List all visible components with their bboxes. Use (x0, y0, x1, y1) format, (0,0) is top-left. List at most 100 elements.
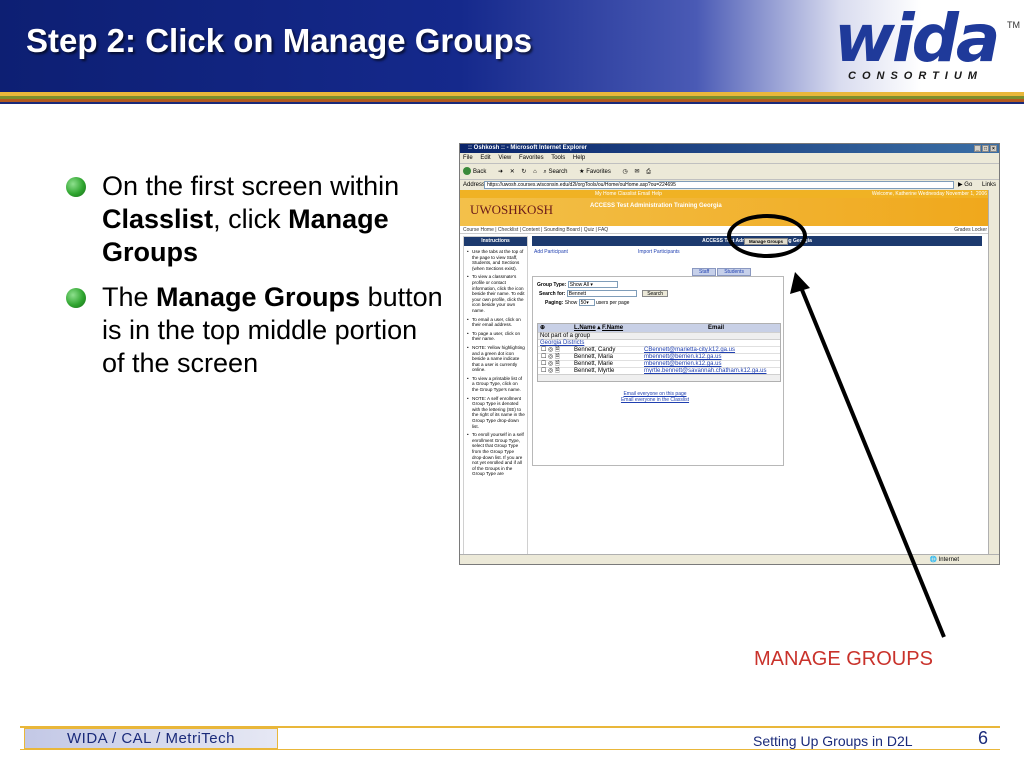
table-footer (538, 374, 780, 381)
bullet-bold-text: Manage Groups (156, 282, 361, 312)
vertical-scrollbar[interactable] (988, 190, 999, 555)
browser-titlebar: :: Oshkosh :: - Microsoft Internet Explo… (460, 144, 999, 153)
menu-favorites[interactable]: Favorites (519, 155, 544, 161)
footer-credit: WIDA / CAL / MetriTech (67, 730, 235, 747)
page-topbar: My Home Classlist Email Help Welcome, Ka… (460, 190, 990, 198)
favorites-label: Favorites (586, 169, 611, 175)
email-header: Email (708, 325, 725, 331)
favorites-button[interactable]: ★ Favorites (579, 169, 616, 175)
close-icon[interactable]: × (990, 145, 997, 152)
paging-select[interactable]: 50▾ (578, 299, 595, 306)
footer-credit-box: WIDA / CAL / MetriTech (24, 728, 278, 749)
paging-suffix: users per page (596, 299, 630, 306)
select-all-icon[interactable]: ⊕ (540, 324, 545, 332)
instruction-item: To email a user, click on their email ad… (467, 317, 525, 328)
refresh-icon[interactable]: ↻ (521, 169, 526, 175)
lname-header[interactable]: L.Name ▴ F.Name (574, 324, 623, 332)
header-banner: Step 2: Click on Manage Groups wida CONS… (0, 0, 1024, 92)
tab-students[interactable]: Students (717, 268, 751, 276)
paging-show-label: Show (564, 299, 578, 306)
table-row: ☐ ◎ 🗎 Bennett, Myrtle myrtle.bennett@sav… (538, 367, 780, 374)
browser-menubar: File Edit View Favorites Tools Help (460, 153, 999, 163)
group-link-row[interactable]: Georgia Districts (538, 339, 780, 346)
history-icon[interactable]: ◷ (623, 169, 628, 175)
menu-edit[interactable]: Edit (480, 155, 490, 161)
search-label: Search (548, 169, 568, 175)
course-nav-links[interactable]: Course Home | Checklist | Content | Soun… (463, 227, 608, 233)
table-header: ⊕ L.Name ▴ F.Name Email (538, 324, 780, 332)
address-bar: Address https://uwosh.courses.wisconsin.… (460, 179, 999, 190)
links-button[interactable]: Links (982, 180, 996, 190)
group-type-value: Show All (569, 282, 589, 288)
page-number: 6 (978, 728, 989, 748)
bullet-bold-text: Classlist (102, 204, 214, 234)
bullet-text: The (102, 282, 157, 312)
print-icon[interactable]: ⎙ (646, 169, 651, 175)
menu-help[interactable]: Help (573, 155, 585, 161)
row-email[interactable]: myrtle.bennett@savannah.chatham.k12.ga.u… (644, 368, 767, 375)
row-checkbox[interactable]: ☐ ◎ 🗎 (541, 368, 560, 375)
group-type-label: Group Type: (537, 281, 567, 288)
logo-trademark: TM (1007, 20, 1020, 30)
bullet-dot-icon (66, 288, 86, 308)
instructions-body: Use the tabs at the top of the page to v… (464, 246, 527, 477)
footer-title: Setting Up Groups in D2L (753, 733, 913, 749)
callout-circle (727, 214, 807, 258)
browser-screenshot: :: Oshkosh :: - Microsoft Internet Explo… (459, 143, 1000, 565)
instruction-item: Use the tabs at the top of the page to v… (467, 249, 525, 271)
menu-file[interactable]: File (463, 155, 473, 161)
group-header-row: Not part of a group (538, 332, 780, 339)
instructions-panel: Instructions Use the tabs at the top of … (463, 236, 528, 555)
slide-title: Step 2: Click on Manage Groups (26, 22, 533, 59)
zone-label: Internet (938, 557, 959, 563)
back-button[interactable]: Back (463, 167, 491, 176)
search-submit-button[interactable]: Search (642, 290, 669, 297)
instruction-item: NOTE: A self enrollment Group Type is de… (467, 396, 525, 430)
page-banner: UWOSHKOSH ACCESS Test Administration Tra… (460, 198, 990, 226)
maximize-icon[interactable]: □ (982, 145, 989, 152)
menu-view[interactable]: View (498, 155, 511, 161)
bullet-list: On the first screen within Classlist, cl… (64, 170, 444, 392)
classlist-table: ⊕ L.Name ▴ F.Name Email Not part of a gr… (537, 323, 781, 382)
home-icon[interactable]: ⌂ (533, 169, 537, 175)
classlist-tabs: Staff Students (692, 268, 752, 276)
quicklinks[interactable]: My Home Classlist Email Help (595, 190, 662, 198)
tab-staff[interactable]: Staff (692, 268, 717, 276)
import-participants-link[interactable]: Import Participants (638, 249, 680, 255)
paging-value: 50 (580, 300, 587, 306)
browser-toolbar: Back ➜ ✕ ↻ ⌂ ⌕ Search ★ Favorites ◷ ✉ ⎙ (460, 163, 999, 179)
row-name[interactable]: Bennett, Myrtle (574, 368, 614, 375)
manage-groups-label: MANAGE GROUPS (754, 648, 933, 670)
go-button[interactable]: ▶ Go (958, 180, 972, 190)
classlist-panel: ACCESS Test Administration Training Geor… (532, 236, 982, 466)
instruction-item: To view a classmate's profile or contact… (467, 274, 525, 313)
paging-row: Paging: Show 50▾ users per page (545, 299, 629, 306)
table-row: ☐ ◎ 🗎 Bennett, Candy CBennett@marietta-c… (538, 346, 780, 353)
bullet-text: On the first screen within (102, 171, 400, 201)
address-label: Address (463, 182, 486, 188)
menu-tools[interactable]: Tools (551, 155, 565, 161)
browser-title: :: Oshkosh :: - Microsoft Internet Explo… (468, 145, 588, 151)
search-field[interactable]: Bennett (566, 290, 637, 297)
add-participant-link[interactable]: Add Participant (534, 249, 568, 255)
slide: Step 2: Click on Manage Groups wida CONS… (0, 0, 1024, 768)
address-input[interactable]: https://uwosh.courses.wisconsin.edu/d2l/… (484, 181, 954, 189)
stop-icon[interactable]: ✕ (510, 169, 515, 175)
group-type-select[interactable]: Show All ▾ (567, 281, 618, 288)
course-nav-right[interactable]: Grades Locker (954, 226, 987, 234)
table-row: ☐ ◎ 🗎 Bennett, Marie mbennett@berrien.k1… (538, 360, 780, 367)
email-classlist-link[interactable]: Email everyone in the Classlist (533, 397, 777, 403)
forward-icon[interactable]: ➜ (498, 169, 503, 175)
logo-wordmark: wida (834, 0, 1000, 77)
paging-label: Paging: (545, 299, 564, 306)
browser-statusbar: 🌐 Internet (460, 554, 999, 564)
minimize-icon[interactable]: _ (974, 145, 981, 152)
search-button[interactable]: ⌕ Search (543, 169, 572, 175)
bullet-item: On the first screen within Classlist, cl… (64, 170, 444, 269)
back-label: Back (473, 169, 487, 175)
security-zone: 🌐 Internet (929, 557, 960, 563)
bullet-item: The Manage Groups button is in the top m… (64, 281, 444, 380)
mail-icon[interactable]: ✉ (634, 169, 639, 175)
table-row: ☐ ◎ 🗎 Bennett, Maria mbennett@berrien.k1… (538, 353, 780, 360)
go-label: Go (964, 182, 973, 188)
